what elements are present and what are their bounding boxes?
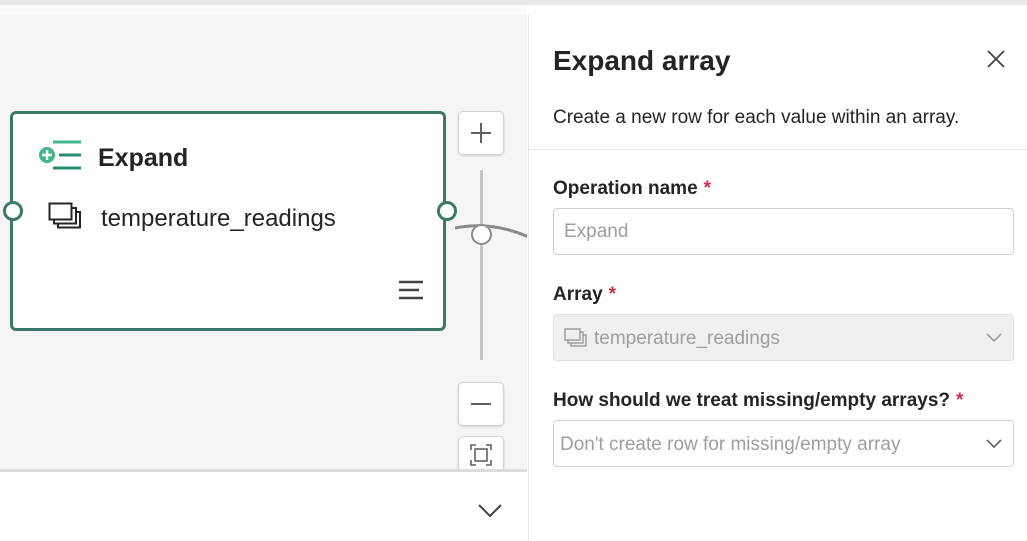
missing-arrays-dropdown[interactable]: Don't create row for missing/empty array — [553, 420, 1014, 467]
array-stack-icon — [564, 328, 587, 347]
zoom-slider-thumb[interactable] — [471, 224, 492, 245]
panel-divider — [529, 149, 1027, 150]
missing-arrays-placeholder: Don't create row for missing/empty array — [560, 434, 901, 455]
zoom-in-button[interactable] — [458, 111, 504, 155]
array-dropdown-value: temperature_readings — [594, 328, 780, 349]
properties-panel: Expand array Create a new row for each v… — [528, 15, 1027, 541]
panel-title: Expand array — [553, 45, 731, 76]
required-marker: * — [703, 178, 712, 199]
bottom-panel — [0, 472, 527, 541]
input-port[interactable] — [3, 201, 23, 221]
array-dropdown: temperature_readings — [553, 314, 1014, 361]
close-icon[interactable] — [982, 45, 1010, 73]
node-array-label: temperature_readings — [101, 205, 336, 232]
chevron-down-icon — [986, 333, 1002, 343]
array-label: Array * — [553, 284, 617, 305]
chevron-down-icon — [986, 439, 1002, 449]
diagram-canvas[interactable]: Expand temperature_readings — [0, 15, 527, 470]
plus-icon — [471, 123, 491, 143]
zoom-slider-track[interactable] — [480, 170, 483, 360]
node-title: Expand — [98, 144, 189, 172]
required-marker: * — [956, 390, 964, 411]
panel-description: Create a new row for each value within a… — [553, 107, 960, 128]
expand-list-icon — [39, 140, 81, 170]
fit-to-screen-icon — [470, 443, 492, 466]
chevron-down-icon[interactable] — [475, 497, 505, 523]
minus-icon — [471, 403, 491, 405]
menu-lines-icon[interactable] — [397, 279, 425, 301]
expand-node[interactable]: Expand temperature_readings — [10, 111, 446, 331]
required-marker: * — [608, 284, 617, 305]
zoom-out-button[interactable] — [458, 382, 504, 426]
fit-to-screen-button[interactable] — [458, 436, 504, 472]
output-port[interactable] — [437, 201, 457, 221]
operation-name-input[interactable] — [553, 208, 1014, 255]
array-stack-icon — [48, 202, 81, 229]
operation-name-label: Operation name * — [553, 178, 712, 199]
missing-arrays-label: How should we treat missing/empty arrays… — [553, 390, 964, 411]
top-band — [0, 5, 527, 15]
